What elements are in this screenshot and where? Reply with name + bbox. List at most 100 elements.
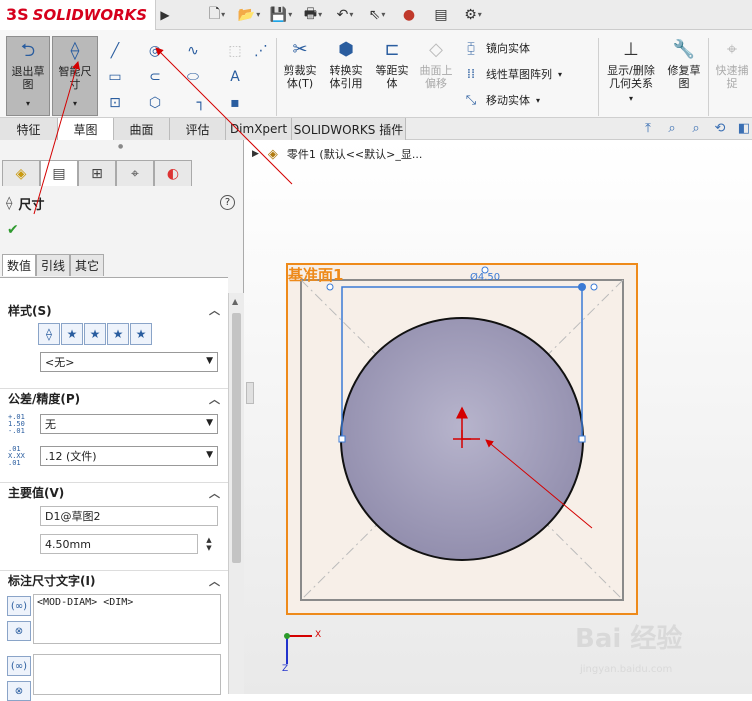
tab-sketch[interactable]: 草图 <box>58 118 114 140</box>
view-orientation-icon[interactable]: ⤒ <box>640 120 656 136</box>
ok-checkmark-icon[interactable]: ✔ <box>7 222 19 238</box>
trim-label: 剪裁实 体(T) <box>283 64 317 90</box>
subtab-leaders[interactable]: 引线 <box>36 254 71 276</box>
precision-dropdown[interactable]: .12 (文件) ▼ <box>40 446 218 466</box>
collapse-chevron-icon[interactable]: ︿ <box>209 485 220 501</box>
center-dimension-icon[interactable]: ⊗ <box>7 621 31 641</box>
display-manager-tab-icon[interactable]: ◐ <box>154 160 192 186</box>
panel-grip[interactable]: ● <box>118 143 126 150</box>
save-icon[interactable]: 💾 ▾ <box>266 4 296 26</box>
repair-sketch-button[interactable]: 🔧 修复草 图 <box>664 36 704 116</box>
graphics-area[interactable] <box>244 140 752 694</box>
spline-icon[interactable]: ∿ <box>182 40 204 62</box>
open-icon[interactable]: 📂 ▾ <box>234 4 264 26</box>
zoom-to-fit-icon[interactable]: ⌕ <box>664 120 680 136</box>
circle-icon[interactable]: ◎ <box>144 40 166 62</box>
help-icon[interactable]: ? <box>220 195 235 210</box>
panel-scrollbar[interactable]: ▲ <box>228 293 244 694</box>
dropdown-arrow-icon: ▼ <box>206 356 213 366</box>
centerline-icon[interactable]: ⋰ <box>250 40 272 62</box>
offset-entities-button[interactable]: ⊏ 等距实 体 <box>372 36 412 116</box>
linear-pattern-dropdown-icon[interactable]: ▾ <box>558 70 562 79</box>
display-relations-button[interactable]: ⊥ 显示/删除 几何关系 ▾ <box>602 36 660 116</box>
polygon-icon[interactable]: ⬡ <box>144 92 166 114</box>
add-style-icon[interactable]: ★ <box>61 323 83 345</box>
save-style-icon[interactable]: ★ <box>107 323 129 345</box>
configuration-manager-tab-icon[interactable]: ⊞ <box>78 160 116 186</box>
apply-default-style-icon[interactable]: ⟠ <box>38 323 60 345</box>
tab-solidworks-addins[interactable]: SOLIDWORKS 插件 <box>292 118 406 140</box>
subtab-value[interactable]: 数值 <box>2 254 37 276</box>
print-icon[interactable]: 🖶 ▾ <box>298 4 328 26</box>
scroll-up-icon[interactable]: ▲ <box>232 297 238 306</box>
exit-sketch-button[interactable]: ⮌ 退出草 图 ▾ <box>6 36 50 116</box>
new-icon[interactable]: 🗋 ▾ <box>202 4 232 26</box>
traffic-light-icon[interactable]: ● <box>394 4 424 26</box>
tab-evaluate[interactable]: 评估 <box>170 118 226 140</box>
delete-style-icon[interactable]: ★ <box>84 323 106 345</box>
tab-surfaces[interactable]: 曲面 <box>114 118 170 140</box>
line-icon[interactable]: ╱ <box>104 40 126 62</box>
collapse-chevron-icon[interactable]: ︿ <box>209 391 220 407</box>
tolerance-section-header[interactable]: 公差/精度(P) ︿ <box>0 388 228 408</box>
menu-expand-arrow-icon[interactable]: ▶ <box>156 8 174 22</box>
watermark-url: jingyan.baidu.com <box>580 664 673 675</box>
smart-dimension-button[interactable]: ⟠ 智能尺 寸 ▾ <box>52 36 98 116</box>
style-section-header[interactable]: 样式(S) ︿ <box>0 300 228 320</box>
move-entities-button[interactable]: ⤡ 移动实体 ▾ <box>462 92 540 108</box>
mirror-entities-button[interactable]: ⧮ 镜向实体 <box>462 40 530 56</box>
style-dropdown[interactable]: <无> ▼ <box>40 352 218 372</box>
linear-pattern-button[interactable]: ⁞⁞ 线性草图阵列 ▾ <box>462 66 562 82</box>
fillet-icon[interactable]: ┐ <box>190 92 212 114</box>
trim-entities-button[interactable]: ✂ 剪裁实 体(T) <box>280 36 320 116</box>
scroll-thumb[interactable] <box>232 313 241 563</box>
subtab-other[interactable]: 其它 <box>70 254 105 276</box>
primary-value-section-header[interactable]: 主要值(V) ︿ <box>0 482 228 502</box>
add-parentheses-icon[interactable]: (∞) <box>7 596 31 616</box>
point-icon[interactable]: ▪ <box>224 92 246 114</box>
undo-icon[interactable]: ↶ ▾ <box>330 4 360 26</box>
dimxpert-manager-tab-icon[interactable]: ⌖ <box>116 160 154 186</box>
dimension-text-box-lower[interactable] <box>33 654 221 695</box>
quick-snaps-button[interactable]: ⌖ 快速捕 捉 <box>712 36 752 116</box>
value-spinner[interactable]: ▲ ▼ <box>202 533 216 555</box>
panel-title: ⟠ 尺寸 <box>6 194 44 213</box>
tab-features[interactable]: 特征 <box>0 118 58 140</box>
dimension-value-field[interactable]: 4.50mm <box>40 534 198 554</box>
section-view-icon[interactable]: ◧ <box>736 120 752 136</box>
previous-view-icon[interactable]: ⟲ <box>712 120 728 136</box>
select-icon[interactable]: ⇖ ▾ <box>362 4 392 26</box>
zoom-to-area-icon[interactable]: ⌕ <box>688 120 704 136</box>
panel-splitter-handle[interactable] <box>246 382 254 404</box>
tab-dimxpert[interactable]: DimXpert <box>226 118 292 140</box>
triad-x-label: X <box>315 630 322 640</box>
precision-icon: .01 X.XX .01 <box>8 445 25 467</box>
ellipse-icon[interactable]: ⬭ <box>182 66 204 88</box>
dimension-text-box[interactable]: <MOD-DIAM> <DIM> <box>33 594 221 644</box>
dimension-text-section-header[interactable]: 标注尺寸文字(I) ︿ <box>0 570 228 590</box>
offset-surface-button[interactable]: ◇ 曲面上 偏移 <box>416 36 456 116</box>
straight-slot-icon[interactable]: ⊡ <box>104 92 126 114</box>
collapse-chevron-icon[interactable]: ︿ <box>209 302 220 318</box>
property-manager-tab-icon[interactable]: ▤ <box>40 160 78 186</box>
tolerance-type-dropdown[interactable]: 无 ▼ <box>40 414 218 434</box>
expand-caret-icon[interactable]: ▶ <box>252 149 259 159</box>
dimension-name-field[interactable]: D1@草图2 <box>40 506 218 526</box>
text-icon[interactable]: A <box>224 66 246 88</box>
collapse-chevron-icon[interactable]: ︿ <box>209 573 220 589</box>
file-props-icon[interactable]: ▤ <box>426 4 456 26</box>
offset-text-icon[interactable]: (∞) <box>7 656 31 676</box>
feature-tree-flyout[interactable]: ▶ ◈ 零件1 (默认<<默认>_显... <box>252 146 422 162</box>
convert-entities-button[interactable]: ⬢ 转换实 体引用 <box>324 36 368 116</box>
center-text-icon[interactable]: ⊗ <box>7 681 31 701</box>
offset-surface-label: 曲面上 偏移 <box>419 64 453 90</box>
slot-icon[interactable]: ⊂ <box>144 66 166 88</box>
diameter-dimension-text[interactable]: Ø4.50 <box>470 272 500 283</box>
dropdown-arrow-icon: ▼ <box>206 418 213 428</box>
load-style-icon[interactable]: ★ <box>130 323 152 345</box>
feature-manager-tab-icon[interactable]: ◈ <box>2 160 40 186</box>
rectangle-icon[interactable]: ▭ <box>104 66 126 88</box>
pattern-grid-icon[interactable]: ⬚ <box>224 40 246 62</box>
move-dropdown-icon[interactable]: ▾ <box>536 96 540 105</box>
options-gear-icon[interactable]: ⚙ ▾ <box>458 4 488 26</box>
